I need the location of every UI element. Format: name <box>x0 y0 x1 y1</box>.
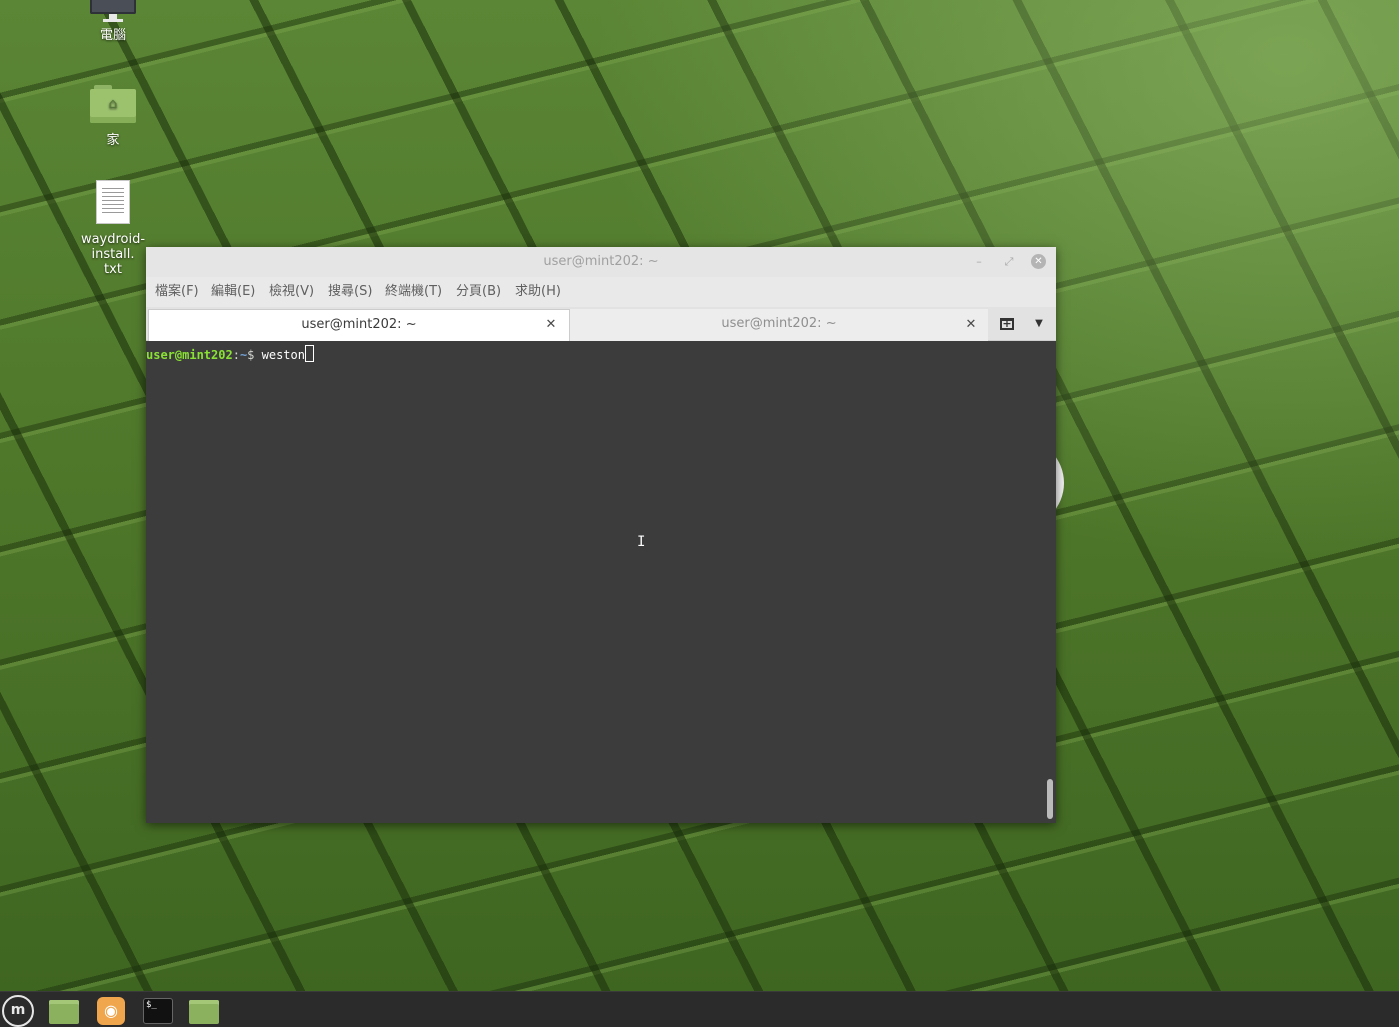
tab-list-dropdown-icon[interactable]: ▼ <box>1030 315 1048 333</box>
files-launcher-icon[interactable] <box>49 1000 79 1024</box>
tab-label: user@mint202: ~ <box>301 317 417 332</box>
menu-bar: 檔案(F) 編輯(E) 檢視(V) 搜尋(S) 終端機(T) 分頁(B) 求助(… <box>146 277 1056 307</box>
desktop-icon-home[interactable]: ⌂ 家 <box>63 85 163 148</box>
tab-close-icon[interactable]: ✕ <box>963 317 979 333</box>
desktop-background: 電腦 ⌂ 家 waydroid-install. txt user@mint20… <box>0 0 1399 991</box>
menu-terminal[interactable]: 終端機(T) <box>385 277 442 307</box>
prompt-separator: : <box>232 348 240 362</box>
menu-edit[interactable]: 編輯(E) <box>211 277 255 307</box>
menu-tabs[interactable]: 分頁(B) <box>456 277 501 307</box>
window-title: user@mint202: ~ <box>543 254 659 269</box>
command-text: weston <box>261 348 305 362</box>
firefox-launcher-icon[interactable]: ◉ <box>97 997 125 1025</box>
window-titlebar[interactable]: user@mint202: ~ – ⤢ ✕ <box>146 247 1056 277</box>
prompt-symbol: $ <box>247 348 262 362</box>
desktop-icon-label: 家 <box>106 133 120 148</box>
desktop-icon-label: 電腦 <box>99 28 126 43</box>
tab-close-icon[interactable]: ✕ <box>543 317 559 333</box>
maximize-button[interactable]: ⤢ <box>1000 253 1018 271</box>
text-file-icon <box>96 180 130 224</box>
taskbar: m ◉ $_ <box>0 991 1399 1027</box>
tab-bar: user@mint202: ~ ✕ user@mint202: ~ ✕ + ▼ <box>146 307 1056 341</box>
home-folder-icon: ⌂ <box>90 85 136 123</box>
desktop-icon-computer[interactable]: 電腦 <box>63 0 163 43</box>
terminal-output[interactable]: user@mint202:~$ weston I <box>146 341 1056 823</box>
menu-file[interactable]: 檔案(F) <box>155 277 199 307</box>
menu-view[interactable]: 檢視(V) <box>269 277 314 307</box>
new-tab-icon[interactable]: + <box>1000 318 1014 330</box>
files-window-icon[interactable] <box>189 1000 219 1024</box>
mint-menu-button[interactable]: m <box>2 995 34 1027</box>
menu-search[interactable]: 搜尋(S) <box>328 277 372 307</box>
minimize-button[interactable]: – <box>970 253 988 271</box>
tab-label: user@mint202: ~ <box>721 316 837 331</box>
computer-icon <box>90 0 136 24</box>
terminal-launcher-icon[interactable]: $_ <box>143 998 173 1024</box>
prompt-line: user@mint202:~$ weston <box>146 345 314 363</box>
prompt-user-host: user@mint202 <box>146 348 233 362</box>
menu-help[interactable]: 求助(H) <box>515 277 561 307</box>
text-caret <box>304 345 314 362</box>
tab-terminal-1[interactable]: user@mint202: ~ ✕ <box>148 309 570 341</box>
terminal-window[interactable]: user@mint202: ~ – ⤢ ✕ 檔案(F) 編輯(E) 檢視(V) … <box>146 247 1056 823</box>
mouse-ibeam-cursor-icon: I <box>637 534 646 550</box>
close-window-button[interactable]: ✕ <box>1031 254 1046 269</box>
scrollbar-thumb[interactable] <box>1047 779 1053 819</box>
tab-terminal-2[interactable]: user@mint202: ~ ✕ <box>570 309 988 341</box>
